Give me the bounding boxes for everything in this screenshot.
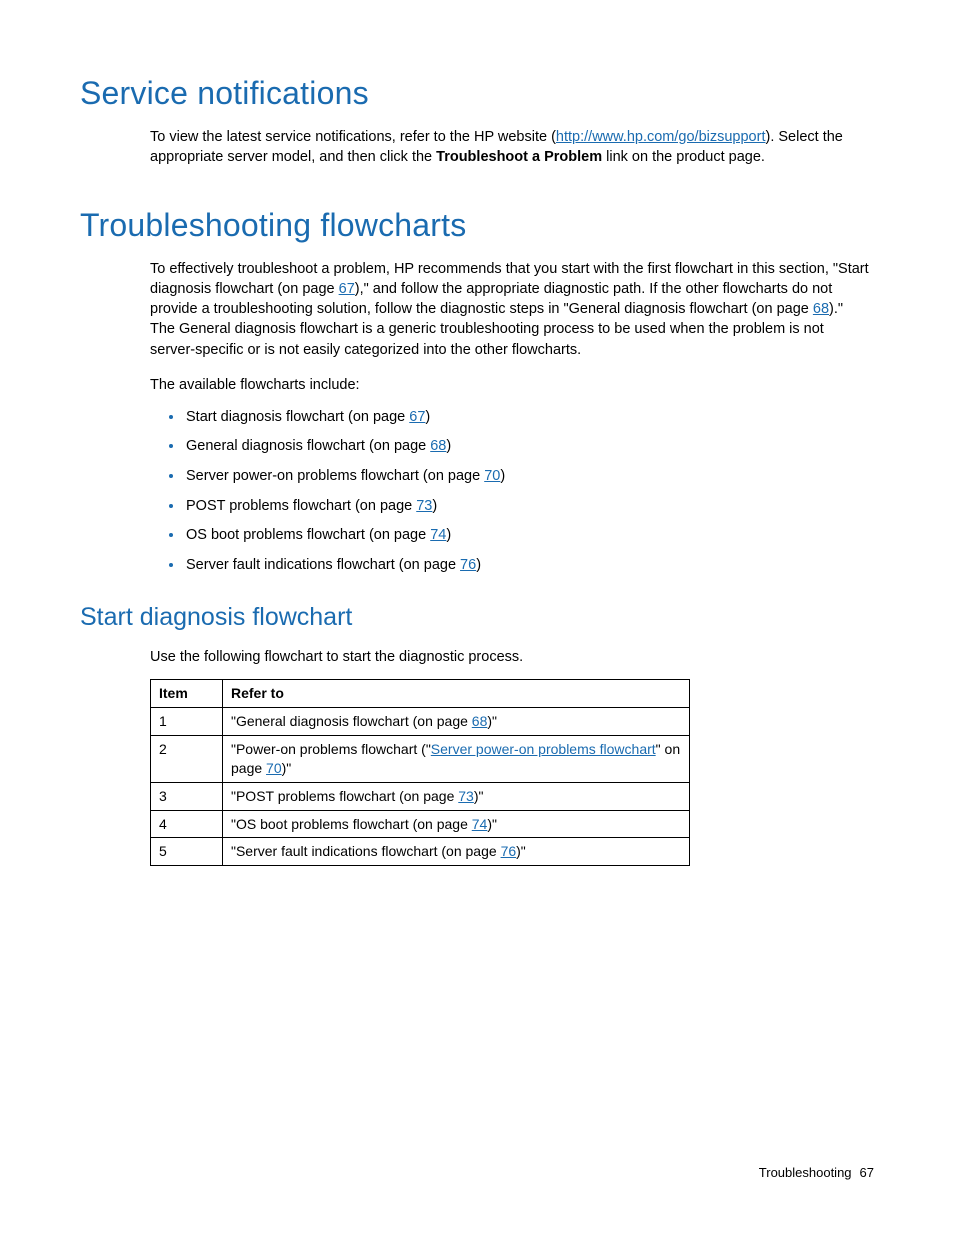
cell-item: 2 <box>151 735 223 782</box>
footer-page-number: 67 <box>860 1165 874 1180</box>
text: ) <box>446 527 451 543</box>
table-row: 2 "Power-on problems flowchart ("Server … <box>151 735 690 782</box>
cell-item: 4 <box>151 810 223 838</box>
cell-refer: "General diagnosis flowchart (on page 68… <box>223 707 690 735</box>
page-link-68[interactable]: 68 <box>813 301 829 317</box>
text: )" <box>282 760 292 776</box>
heading-troubleshooting-flowcharts: Troubleshooting flowcharts <box>80 207 874 244</box>
cell-refer: "Power-on problems flowchart ("Server po… <box>223 735 690 782</box>
list-item: Start diagnosis flowchart (on page 67) <box>184 407 874 428</box>
page-link[interactable]: 70 <box>266 760 282 776</box>
text: "Server fault indications flowchart (on … <box>231 843 501 859</box>
page-link[interactable]: 70 <box>484 468 500 484</box>
text: "OS boot problems flowchart (on page <box>231 816 472 832</box>
cell-refer: "Server fault indications flowchart (on … <box>223 838 690 866</box>
table-row: 5 "Server fault indications flowchart (o… <box>151 838 690 866</box>
page-link[interactable]: 73 <box>416 498 432 514</box>
page-link[interactable]: 73 <box>458 788 474 804</box>
text: )" <box>474 788 484 804</box>
page-link[interactable]: 76 <box>460 557 476 573</box>
text: ) <box>500 468 505 484</box>
list-item: POST problems flowchart (on page 73) <box>184 496 874 517</box>
reference-table: Item Refer to 1 "General diagnosis flowc… <box>150 679 690 866</box>
table-row: 1 "General diagnosis flowchart (on page … <box>151 707 690 735</box>
list-item: Server power-on problems flowchart (on p… <box>184 466 874 487</box>
text: )" <box>487 816 497 832</box>
service-notifications-paragraph: To view the latest service notifications… <box>150 127 869 168</box>
list-item: General diagnosis flowchart (on page 68) <box>184 436 874 457</box>
text: "Power-on problems flowchart (" <box>231 741 431 757</box>
text: POST problems flowchart (on page <box>186 498 416 514</box>
page-link[interactable]: 68 <box>472 713 488 729</box>
footer-section: Troubleshooting <box>759 1165 852 1180</box>
text: link on the product page. <box>602 149 765 165</box>
cell-item: 5 <box>151 838 223 866</box>
text: General diagnosis flowchart (on page <box>186 438 430 454</box>
link-hp-bizsupport[interactable]: http://www.hp.com/go/bizsupport <box>556 129 766 145</box>
table-header-row: Item Refer to <box>151 680 690 708</box>
page-link-67[interactable]: 67 <box>339 281 355 297</box>
page-footer: Troubleshooting 67 <box>759 1165 874 1180</box>
text: ) <box>425 409 430 425</box>
th-item: Item <box>151 680 223 708</box>
flowcharts-available-paragraph: The available flowcharts include: <box>150 375 869 395</box>
th-refer-to: Refer to <box>223 680 690 708</box>
text: )" <box>487 713 497 729</box>
cell-item: 1 <box>151 707 223 735</box>
table-row: 3 "POST problems flowchart (on page 73)" <box>151 782 690 810</box>
cell-refer: "POST problems flowchart (on page 73)" <box>223 782 690 810</box>
text: ) <box>432 498 437 514</box>
text: Start diagnosis flowchart (on page <box>186 409 409 425</box>
page-link[interactable]: 67 <box>409 409 425 425</box>
page-link[interactable]: 74 <box>430 527 446 543</box>
text: ) <box>476 557 481 573</box>
text: OS boot problems flowchart (on page <box>186 527 430 543</box>
list-item: OS boot problems flowchart (on page 74) <box>184 525 874 546</box>
cell-item: 3 <box>151 782 223 810</box>
page-link[interactable]: 76 <box>501 843 517 859</box>
flowcharts-intro-paragraph: To effectively troubleshoot a problem, H… <box>150 259 869 360</box>
page-link[interactable]: 74 <box>472 816 488 832</box>
cell-refer: "OS boot problems flowchart (on page 74)… <box>223 810 690 838</box>
heading-service-notifications: Service notifications <box>80 75 874 112</box>
text: To view the latest service notifications… <box>150 129 556 145</box>
text: "General diagnosis flowchart (on page <box>231 713 472 729</box>
xref-link[interactable]: Server power-on problems flowchart <box>431 741 656 757</box>
text: )" <box>516 843 526 859</box>
text: Server fault indications flowchart (on p… <box>186 557 460 573</box>
start-diagnosis-paragraph: Use the following flowchart to start the… <box>150 647 869 667</box>
page-content: Service notifications To view the latest… <box>0 0 954 866</box>
bold-troubleshoot-problem: Troubleshoot a Problem <box>436 149 602 165</box>
text: ) <box>446 438 451 454</box>
flowcharts-list: Start diagnosis flowchart (on page 67) G… <box>150 407 874 575</box>
text: Server power-on problems flowchart (on p… <box>186 468 484 484</box>
list-item: Server fault indications flowchart (on p… <box>184 555 874 576</box>
table-row: 4 "OS boot problems flowchart (on page 7… <box>151 810 690 838</box>
page-link[interactable]: 68 <box>430 438 446 454</box>
text: "POST problems flowchart (on page <box>231 788 458 804</box>
heading-start-diagnosis-flowchart: Start diagnosis flowchart <box>80 603 874 632</box>
